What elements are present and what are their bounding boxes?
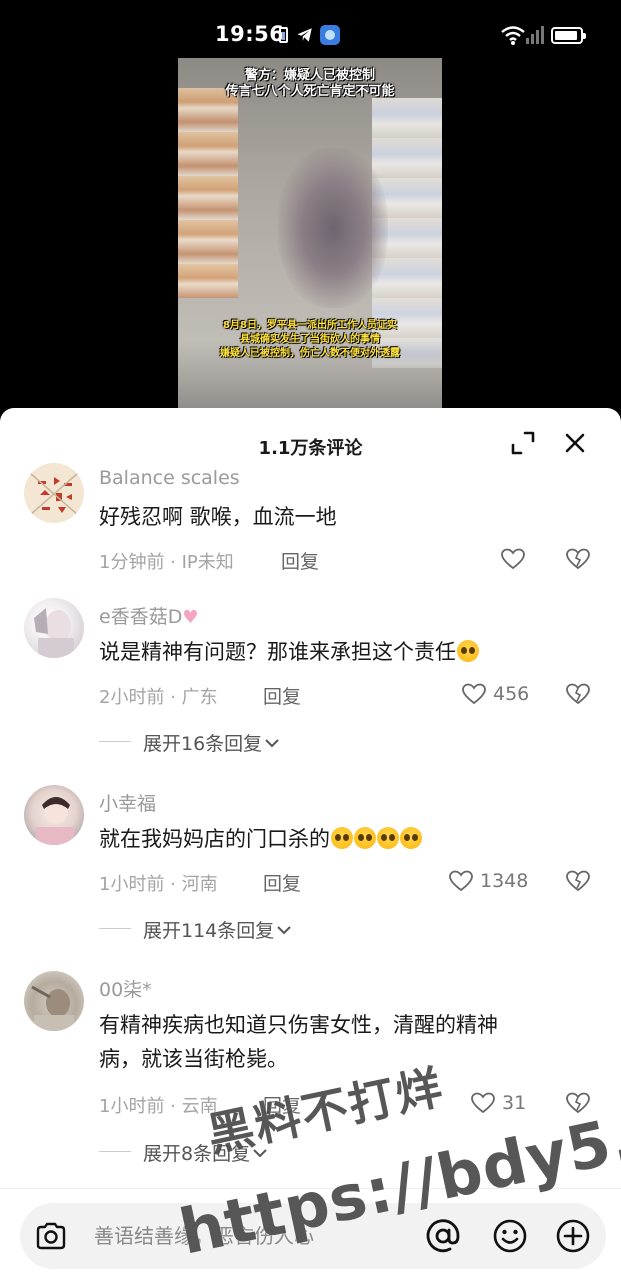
video-blurred-area <box>278 148 388 308</box>
video-caption-bottom-3: 嫌疑人已被控制，伤亡人数不便对外透露 <box>220 348 400 359</box>
like-button[interactable]: 1348 <box>448 869 528 893</box>
like-button[interactable]: 456 <box>461 682 529 706</box>
avatar[interactable] <box>24 971 84 1031</box>
comment-meta: 2小时前 · 广东 <box>99 687 218 708</box>
comment-item: Balance scales 好残忍啊 歌喉，血流一地 1分钟前 · IP未知 … <box>0 463 621 593</box>
pleading-emoji-icon <box>377 827 399 849</box>
expand-divider <box>99 928 131 929</box>
avatar[interactable] <box>24 785 84 845</box>
chevron-down-icon <box>265 738 279 747</box>
expand-replies-button[interactable]: 展开16条回复 <box>143 729 282 756</box>
comment-username[interactable]: 00柒* <box>99 975 152 1002</box>
comment-text-line-2: 病，就该当街枪毙。 <box>99 1047 288 1071</box>
chevron-down-icon <box>253 1148 267 1157</box>
video-frame[interactable]: 警方：嫌疑人已被控制 传言七八个人死亡肯定不可能 8月8日，罗平县一派出所工作人… <box>178 58 442 410</box>
pleading-emoji-icon <box>331 827 353 849</box>
reply-button[interactable]: 回复 <box>263 682 301 709</box>
app-icon <box>320 25 340 45</box>
crying-emoji-icon <box>457 640 479 662</box>
expand-divider <box>99 741 131 742</box>
comment-text: 说是精神有问题？那谁来承担这个责任 <box>99 636 579 668</box>
video-caption-bottom-2: 县城确实发生了当街砍人的事情 <box>240 334 380 345</box>
chevron-down-icon <box>277 925 291 934</box>
expand-replies-label: 展开114条回复 <box>143 920 275 942</box>
video-caption-top-2: 传言七八个人死亡肯定不可能 <box>225 84 395 99</box>
reply-button[interactable]: 回复 <box>281 547 319 574</box>
heart-icon <box>449 870 473 892</box>
comment-input-pill[interactable] <box>20 1203 606 1269</box>
heart-icon <box>462 683 486 705</box>
like-button[interactable] <box>500 547 526 571</box>
comment-text: 就在我妈妈店的门口杀的 <box>99 823 579 855</box>
comment-text-line-1: 有精神疾病也知道只伤害女性，清醒的精神 <box>99 1013 498 1037</box>
like-button[interactable]: 31 <box>470 1091 526 1115</box>
battery-small-icon <box>279 27 288 43</box>
comment-meta: 1小时前 · 云南 <box>99 1096 218 1117</box>
avatar[interactable] <box>24 598 84 658</box>
plus-icon[interactable] <box>554 1217 592 1255</box>
pleading-emoji-icon <box>400 827 422 849</box>
video-shelf-left <box>178 88 238 298</box>
pink-heart-icon: ♥ <box>182 607 199 628</box>
expand-icon[interactable] <box>510 430 536 456</box>
pleading-emoji-icon <box>354 827 376 849</box>
expand-divider <box>99 1151 131 1152</box>
dislike-icon[interactable] <box>565 547 591 571</box>
comment-username[interactable]: 小幸福 <box>99 789 156 816</box>
comment-text-body: 说是精神有问题？那谁来承担这个责任 <box>99 640 456 664</box>
comment-username[interactable]: Balance scales <box>99 467 240 489</box>
camera-icon[interactable] <box>34 1219 68 1253</box>
like-count: 1348 <box>480 870 529 892</box>
telegram-icon <box>297 28 312 42</box>
comment-input[interactable] <box>94 1221 414 1251</box>
comment-item: 00柒* 有精神疾病也知道只伤害女性，清醒的精神 病，就该当街枪毙。 1小时前 … <box>0 971 621 1171</box>
wifi-icon <box>501 26 525 45</box>
comments-header: 1.1万条评论 <box>0 408 621 470</box>
like-count: 456 <box>493 683 530 705</box>
reply-button[interactable]: 回复 <box>263 1091 301 1118</box>
heart-icon <box>501 548 525 570</box>
expand-replies-button[interactable]: 展开114条回复 <box>143 916 294 943</box>
video-player[interactable]: 警方：嫌疑人已被控制 传言七八个人死亡肯定不可能 8月8日，罗平县一派出所工作人… <box>0 58 621 418</box>
expand-replies-label: 展开8条回复 <box>143 1143 251 1165</box>
comment-item: e香香菇D♥ 说是精神有问题？那谁来承担这个责任 2小时前 · 广东 回复 45… <box>0 598 621 758</box>
expand-replies-button[interactable]: 展开8条回复 <box>143 1139 270 1166</box>
comment-text-body: 就在我妈妈店的门口杀的 <box>99 827 330 851</box>
comments-sheet: 1.1万条评论 Balance scales 好残忍啊 歌喉，血流一地 1分钟前… <box>0 408 621 1280</box>
comment-text: 好残忍啊 歌喉，血流一地 <box>99 505 337 529</box>
signal-icon <box>526 26 544 44</box>
status-bar: 19:56 <box>0 0 621 58</box>
video-caption-bottom-1: 8月8日，罗平县一派出所工作人员证实 <box>223 320 397 331</box>
comment-username[interactable]: e香香菇D♥ <box>99 602 198 629</box>
comment-meta: 1小时前 · 河南 <box>99 874 218 895</box>
emoji-icon[interactable] <box>491 1217 529 1255</box>
dislike-icon[interactable] <box>565 1091 591 1115</box>
dislike-icon[interactable] <box>565 682 591 706</box>
at-icon[interactable] <box>424 1217 462 1255</box>
reply-button[interactable]: 回复 <box>263 869 301 896</box>
avatar[interactable] <box>24 463 84 523</box>
comment-input-bar <box>0 1188 621 1280</box>
close-icon[interactable] <box>562 430 588 456</box>
like-count: 31 <box>502 1092 527 1114</box>
heart-icon <box>471 1092 495 1114</box>
comment-username-text: e香香菇D <box>99 606 183 628</box>
comment-meta: 1分钟前 · IP未知 <box>99 552 234 573</box>
dislike-icon[interactable] <box>565 869 591 893</box>
status-time: 19:56 <box>215 22 285 46</box>
expand-replies-label: 展开16条回复 <box>143 733 263 755</box>
comment-item: 小幸福 就在我妈妈店的门口杀的 1小时前 · 河南 回复 1348 展开114条… <box>0 785 621 945</box>
battery-icon <box>551 27 586 44</box>
